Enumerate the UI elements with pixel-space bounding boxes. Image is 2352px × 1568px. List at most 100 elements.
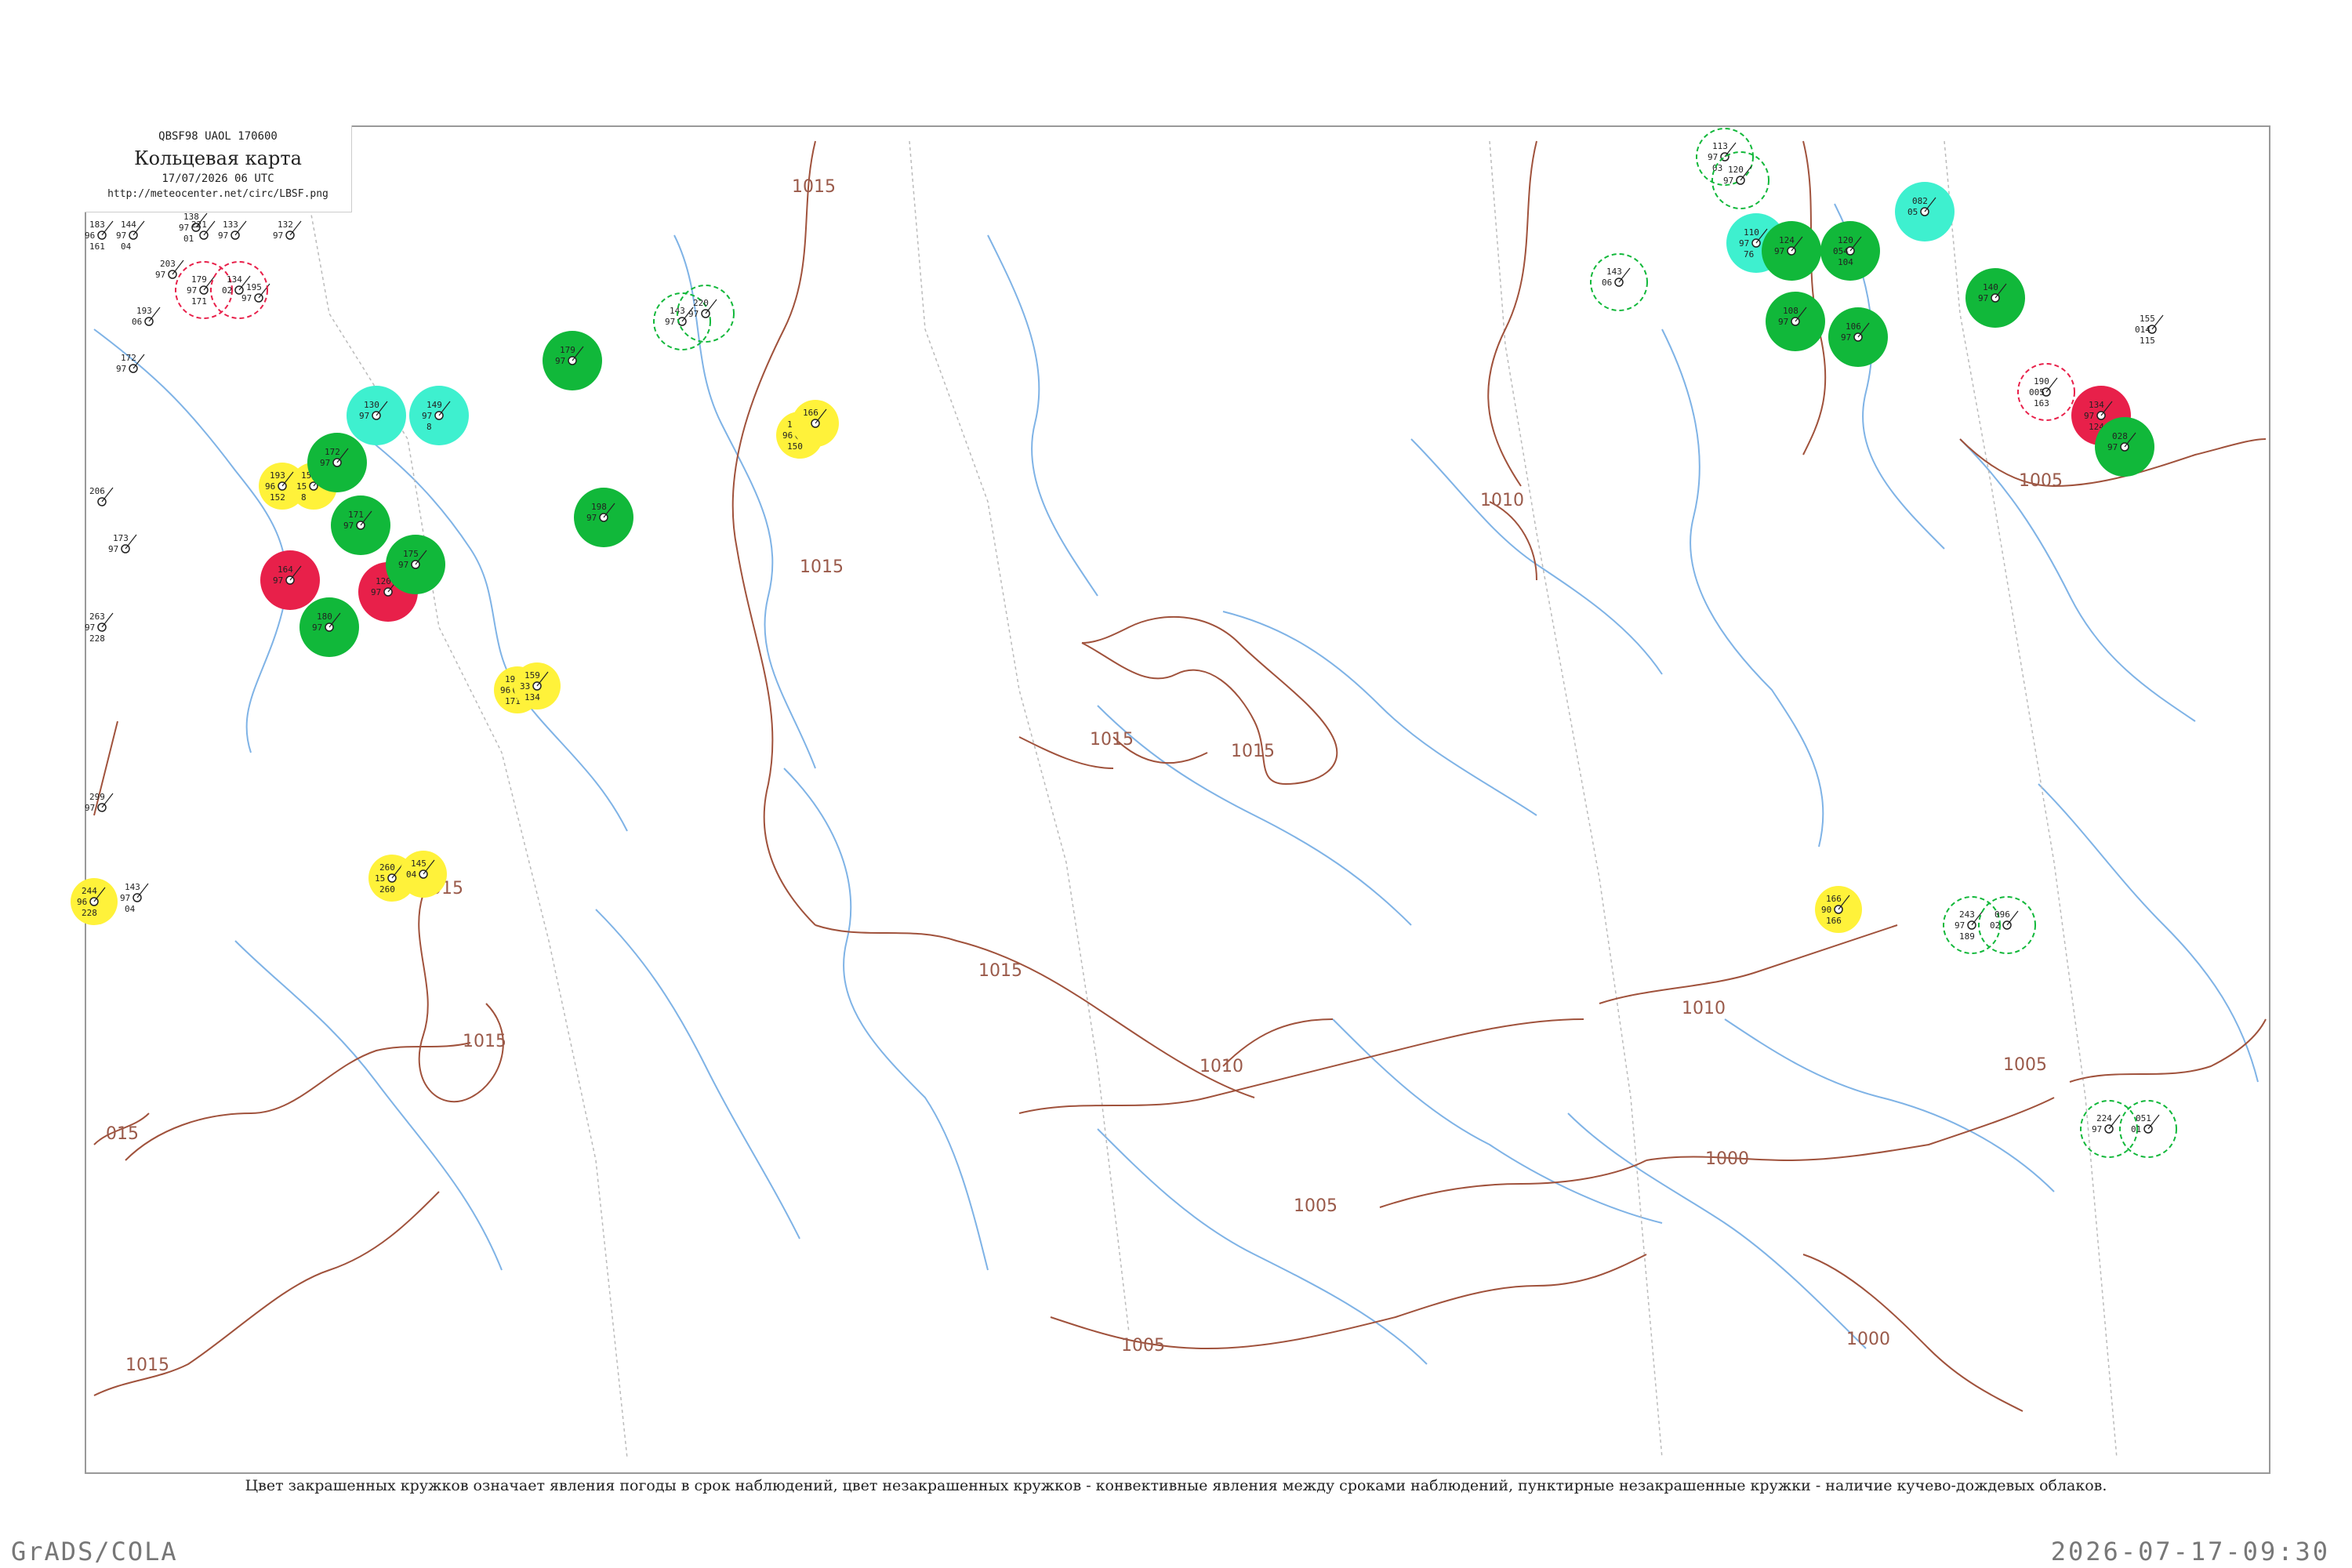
isobar-label: 1005 — [1294, 1196, 1338, 1216]
station-value: 051 — [2136, 1113, 2151, 1123]
station-plot[interactable]: 166 — [792, 400, 839, 447]
isobar-label: 1010 — [1480, 491, 1524, 510]
station-value: 97 — [85, 622, 95, 633]
station-value: 06 — [1602, 278, 1612, 288]
station-value: 228 — [82, 908, 97, 918]
station-value: 120 — [1728, 165, 1744, 175]
station-plot[interactable]: 02897 — [2095, 417, 2154, 477]
station-plot[interactable]: 149978 — [409, 386, 469, 445]
station-value: 144 — [121, 220, 136, 230]
station-value: 97 — [586, 513, 597, 523]
station-value: 04 — [121, 241, 132, 252]
software-credit: GrADS/COLA — [11, 1537, 178, 1566]
station-plot[interactable]: 13397 — [218, 220, 247, 241]
synoptic-map[interactable]: 1015 1015 1015 1015 1015 1015 1015 1015 … — [0, 0, 2352, 1568]
station-plot[interactable]: 15933134 — [514, 662, 561, 710]
station-plot[interactable]: 12497 — [1762, 221, 1821, 281]
station-value: 166 — [1826, 916, 1842, 926]
station-value: 143 — [125, 882, 140, 892]
isobar-label: 015 — [106, 1124, 139, 1144]
station-value: 173 — [113, 533, 129, 543]
station-plot[interactable]: 16497 — [260, 550, 320, 610]
station-plot[interactable]: 17997 — [543, 331, 602, 390]
station-plot[interactable]: 10697 — [1828, 307, 1888, 367]
station-value: 96 — [85, 230, 95, 241]
station-value: 132 — [278, 220, 293, 230]
station-plot[interactable]: 09602 — [1978, 896, 2036, 954]
station-plot[interactable]: 17297 — [116, 353, 145, 374]
station-plot[interactable]: 155014115 — [2135, 314, 2164, 346]
station-value: 179 — [191, 274, 207, 285]
station-value: 96 — [265, 481, 275, 492]
isobar-label: 1015 — [800, 557, 844, 577]
station-plot[interactable]: 13297 — [273, 220, 302, 241]
station-value: 260 — [379, 862, 395, 873]
station-plot[interactable]: 206 — [89, 486, 114, 506]
station-plot[interactable]: 14504 — [400, 851, 447, 898]
station-plot[interactable]: 18396161 — [85, 220, 114, 252]
station-plot[interactable]: 1449704 — [116, 220, 145, 252]
station-plot[interactable]: 08205 — [1895, 182, 1955, 241]
station-value: 01 — [2131, 1124, 2141, 1134]
station-value: 263 — [89, 612, 105, 622]
rivers-layer — [93, 203, 2259, 1365]
station-value: 260 — [379, 884, 395, 895]
station-value: 228 — [89, 633, 105, 644]
station-plot[interactable]: 17397 — [108, 533, 137, 554]
station-plot[interactable]: 16690166 — [1815, 886, 1862, 933]
isobar-label: 1005 — [2019, 471, 2063, 491]
station-value: 06 — [132, 317, 142, 327]
station-plot[interactable]: 24496228 — [71, 878, 118, 925]
station-value: 97 — [187, 285, 197, 296]
station-value: 054 — [1833, 246, 1849, 256]
station-value: 145 — [411, 858, 426, 869]
station-value: 113 — [1712, 141, 1728, 151]
station-plot[interactable]: 14306 — [1590, 253, 1648, 311]
isobar-label: 1015 — [978, 961, 1022, 981]
station-value: 97 — [85, 803, 95, 813]
legend-caption: Цвет закрашенных кружков означает явлени… — [245, 1477, 2107, 1494]
station-plot[interactable]: 05101 — [2119, 1100, 2177, 1158]
station-value: 096 — [1994, 909, 2010, 920]
station-value: 134 — [227, 274, 242, 285]
station-value: 96 — [782, 430, 793, 441]
station-value: 172 — [121, 353, 136, 363]
station-plot[interactable]: 1439704 — [120, 882, 149, 914]
station-plot[interactable]: 10897 — [1766, 292, 1825, 351]
station-value: 04 — [406, 869, 417, 880]
station-plot[interactable]: 17197 — [331, 495, 390, 555]
station-value: 97 — [371, 587, 381, 597]
observation-time: 17/07/2026 06 UTC — [162, 172, 274, 185]
isobar-label: 1010 — [1682, 999, 1726, 1018]
station-plot[interactable]: 17297 — [307, 433, 367, 492]
station-plot[interactable]: 19306 — [132, 306, 161, 327]
station-plot[interactable]: 19897 — [574, 488, 633, 547]
station-value: 183 — [89, 220, 105, 230]
station-value: 108 — [1783, 306, 1798, 316]
station-plot[interactable]: 120054104 — [1820, 221, 1880, 281]
station-plot[interactable]: 22097 — [677, 285, 735, 343]
station-value: 163 — [2034, 398, 2049, 408]
station-plot[interactable]: 17597 — [386, 535, 445, 594]
station-value: 175 — [403, 549, 419, 559]
station-plot[interactable]: 29997 — [85, 792, 114, 813]
station-value: 97 — [2107, 442, 2118, 452]
station-plot[interactable]: 13097 — [347, 386, 406, 445]
station-value: 96 — [77, 897, 87, 907]
isobars-layer — [93, 140, 2267, 1412]
station-value: 04 — [125, 904, 136, 914]
station-plot[interactable]: 221 — [191, 220, 216, 240]
station-value: 15 — [375, 873, 385, 884]
source-url[interactable]: http://meteocenter.net/circ/LBSF.png — [85, 188, 351, 200]
station-value: 244 — [82, 886, 97, 896]
station-value: 97 — [320, 458, 330, 468]
station-plot[interactable]: 190005163 — [2017, 363, 2075, 421]
station-value: 96 — [500, 685, 510, 695]
station-value: 221 — [191, 220, 207, 230]
station-plot[interactable]: 18097 — [299, 597, 359, 657]
station-value: 97 — [1708, 152, 1718, 162]
isobar-label: 1015 — [792, 177, 836, 197]
station-plot[interactable]: 14097 — [1965, 268, 2025, 328]
station-plot[interactable]: 120 97 — [1711, 151, 1769, 209]
station-plot[interactable]: 26397228 — [85, 612, 114, 644]
